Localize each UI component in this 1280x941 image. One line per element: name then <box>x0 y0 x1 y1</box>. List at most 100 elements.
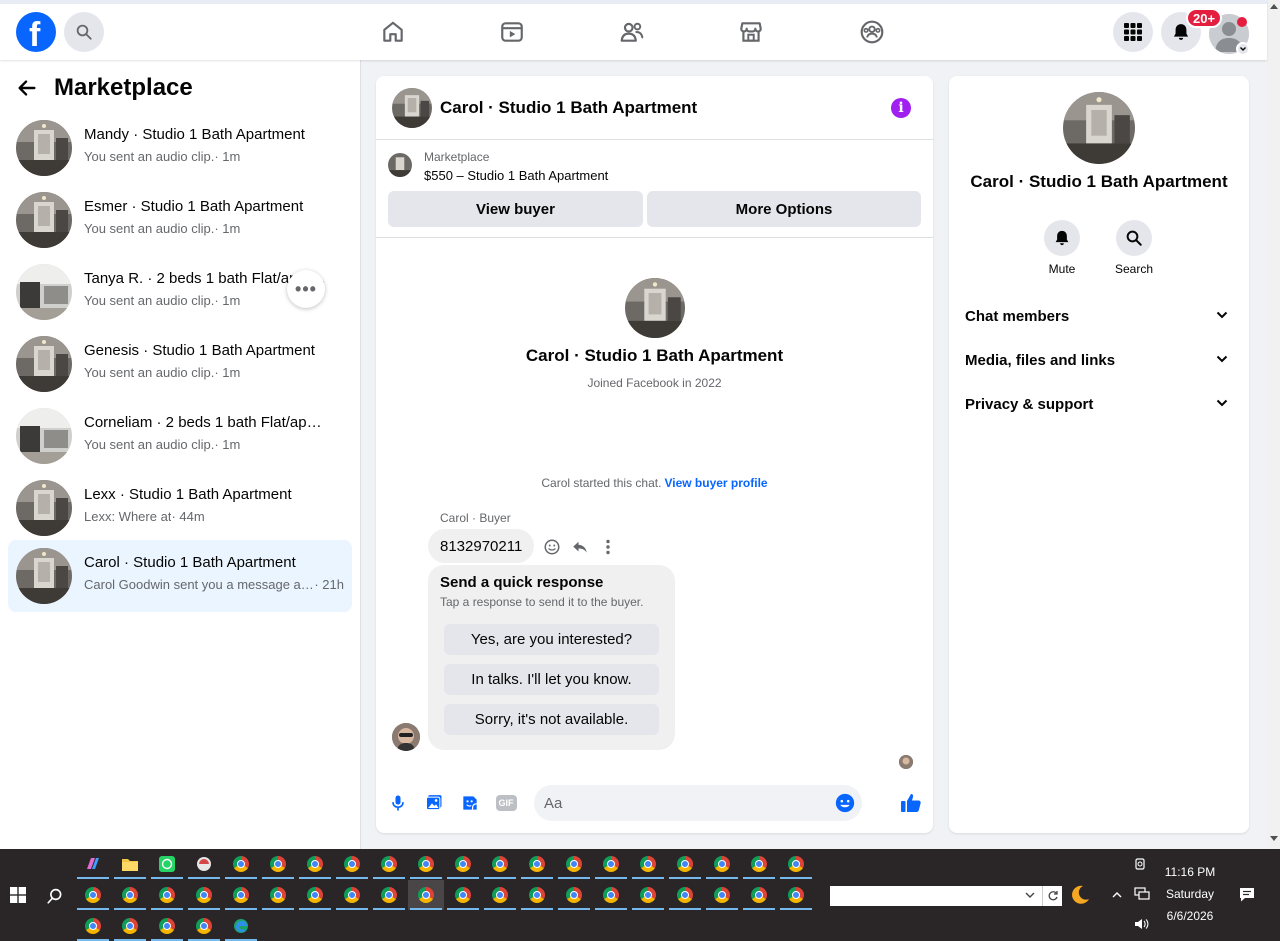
tray-chevron-up-icon[interactable] <box>1111 889 1123 901</box>
taskbar-app-chrome[interactable] <box>112 880 148 910</box>
taskbar-app-chrome[interactable] <box>260 849 296 879</box>
scroll-down-arrow-icon[interactable] <box>1270 836 1278 841</box>
message-more-button[interactable] <box>598 537 618 557</box>
mute-button[interactable]: Mute <box>1027 220 1097 276</box>
taskbar-app-edge[interactable] <box>223 911 259 941</box>
listing-title[interactable]: $550 – Studio 1 Bath Apartment <box>424 168 608 183</box>
nav-video-button[interactable] <box>492 16 532 48</box>
section-privacy-support[interactable]: Privacy & support <box>949 384 1249 424</box>
back-button[interactable] <box>16 77 38 99</box>
conversation-item-esmer[interactable]: Esmer · Studio 1 Bath Apartment You sent… <box>8 184 352 256</box>
reply-button[interactable] <box>570 537 590 557</box>
react-button[interactable] <box>542 537 562 557</box>
listing-thumbnail[interactable] <box>388 153 412 177</box>
buyer-avatar[interactable] <box>392 723 420 751</box>
notification-center-icon[interactable] <box>1239 887 1255 903</box>
taskbar-app-chrome-active[interactable] <box>408 880 444 910</box>
like-button[interactable] <box>898 790 924 816</box>
taskbar-app-chrome[interactable] <box>519 880 555 910</box>
clock-time[interactable]: 11:16 PM <box>1150 865 1230 879</box>
conversation-item-lexx[interactable]: Lexx · Studio 1 Bath Apartment Lexx: Whe… <box>8 472 352 544</box>
taskbar-app-chrome[interactable] <box>186 880 222 910</box>
taskbar-app-chrome[interactable] <box>149 880 185 910</box>
taskbar-search-box[interactable] <box>830 886 1062 906</box>
taskbar-app-file-explorer[interactable] <box>112 849 148 879</box>
attach-photo-button[interactable] <box>423 792 445 814</box>
conversation-item-mandy[interactable]: Mandy · Studio 1 Bath Apartment You sent… <box>8 112 352 184</box>
taskbar-app-chrome[interactable] <box>593 880 629 910</box>
start-button[interactable] <box>10 887 26 903</box>
menu-button[interactable] <box>1113 12 1153 52</box>
taskbar-app-chrome[interactable] <box>186 911 222 941</box>
message-bubble[interactable]: 8132970211 <box>428 529 535 563</box>
taskbar-app-chrome[interactable] <box>704 880 740 910</box>
taskbar-app-whatsapp[interactable] <box>149 849 185 879</box>
scroll-up-arrow-icon[interactable] <box>1270 4 1278 9</box>
chat-title[interactable]: Carol · Studio 1 Bath Apartment <box>440 98 697 118</box>
info-icon[interactable]: i <box>891 98 911 118</box>
taskbar-app-chrome[interactable] <box>778 849 814 879</box>
taskbar-search-button[interactable] <box>46 887 64 905</box>
taskbar-app-chrome[interactable] <box>223 849 259 879</box>
emoji-button[interactable] <box>834 792 856 814</box>
taskbar-app-chrome[interactable] <box>741 849 777 879</box>
quick-response-interested[interactable]: Yes, are you interested? <box>444 624 659 655</box>
nav-groups-button[interactable] <box>852 16 892 48</box>
taskbar-app-chrome[interactable] <box>371 880 407 910</box>
gif-button[interactable]: GIF <box>495 792 517 814</box>
taskbar-app-chrome[interactable] <box>593 849 629 879</box>
page-scrollbar[interactable] <box>1267 0 1280 849</box>
buyer-profile-photo[interactable] <box>625 278 685 338</box>
taskbar-app-chrome[interactable] <box>667 849 703 879</box>
taskbar-app-chrome[interactable] <box>741 880 777 910</box>
view-buyer-button[interactable]: View buyer <box>388 191 643 227</box>
taskbar-app-generic[interactable] <box>186 849 222 879</box>
taskbar-app-chrome[interactable] <box>75 880 111 910</box>
taskbar-app-chrome[interactable] <box>778 880 814 910</box>
taskbar-app-chrome[interactable] <box>556 849 592 879</box>
quick-response-not-available[interactable]: Sorry, it's not available. <box>444 704 659 735</box>
taskbar-app-chrome[interactable] <box>297 880 333 910</box>
taskbar-app-chrome[interactable] <box>408 849 444 879</box>
taskbar-app-chrome[interactable] <box>556 880 592 910</box>
weather-moon-icon[interactable] <box>1069 884 1091 906</box>
taskbar-app-chrome[interactable] <box>704 849 740 879</box>
taskbar-app-chrome[interactable] <box>519 849 555 879</box>
taskbar-app-chrome[interactable] <box>630 849 666 879</box>
taskbar-app-chrome[interactable] <box>371 849 407 879</box>
taskbar-app-chrome[interactable] <box>260 880 296 910</box>
quick-response-in-talks[interactable]: In talks. I'll let you know. <box>444 664 659 695</box>
taskbar-app-chrome[interactable] <box>482 880 518 910</box>
voice-clip-button[interactable] <box>387 792 409 814</box>
sticker-button[interactable] <box>459 792 481 814</box>
chat-avatar[interactable] <box>392 88 432 128</box>
more-options-button[interactable]: More Options <box>647 191 921 227</box>
conversation-item-carol[interactable]: Carol · Studio 1 Bath Apartment Carol Go… <box>8 540 352 612</box>
meet-now-icon[interactable] <box>1134 857 1148 871</box>
volume-icon[interactable] <box>1134 917 1150 931</box>
nav-home-button[interactable] <box>373 16 413 48</box>
facebook-logo[interactable]: f <box>16 12 56 54</box>
refresh-icon[interactable] <box>1042 886 1062 906</box>
message-input[interactable] <box>544 793 834 813</box>
view-buyer-profile-link[interactable]: View buyer profile <box>664 476 767 490</box>
chat-profile-photo[interactable] <box>1063 92 1135 164</box>
taskbar-app-copilot[interactable] <box>75 849 111 879</box>
nav-marketplace-button[interactable] <box>731 16 771 48</box>
taskbar-app-chrome[interactable] <box>297 849 333 879</box>
network-icon[interactable] <box>1134 887 1150 901</box>
taskbar-app-chrome[interactable] <box>445 849 481 879</box>
search-in-chat-button[interactable]: Search <box>1099 220 1169 276</box>
conversation-item-corneliam[interactable]: Corneliam · 2 beds 1 bath Flat/apartment… <box>8 400 352 472</box>
section-media-files-links[interactable]: Media, files and links <box>949 340 1249 380</box>
account-chevron-icon[interactable] <box>1236 42 1250 56</box>
search-button[interactable] <box>64 12 104 52</box>
taskbar-app-chrome[interactable] <box>445 880 481 910</box>
taskbar-app-chrome[interactable] <box>75 911 111 941</box>
taskbar-app-chrome[interactable] <box>334 849 370 879</box>
conversation-options-button[interactable]: ••• <box>287 270 325 308</box>
taskbar-app-chrome[interactable] <box>630 880 666 910</box>
taskbar-app-chrome[interactable] <box>112 911 148 941</box>
nav-friends-button[interactable] <box>612 16 652 48</box>
section-chat-members[interactable]: Chat members <box>949 296 1249 336</box>
